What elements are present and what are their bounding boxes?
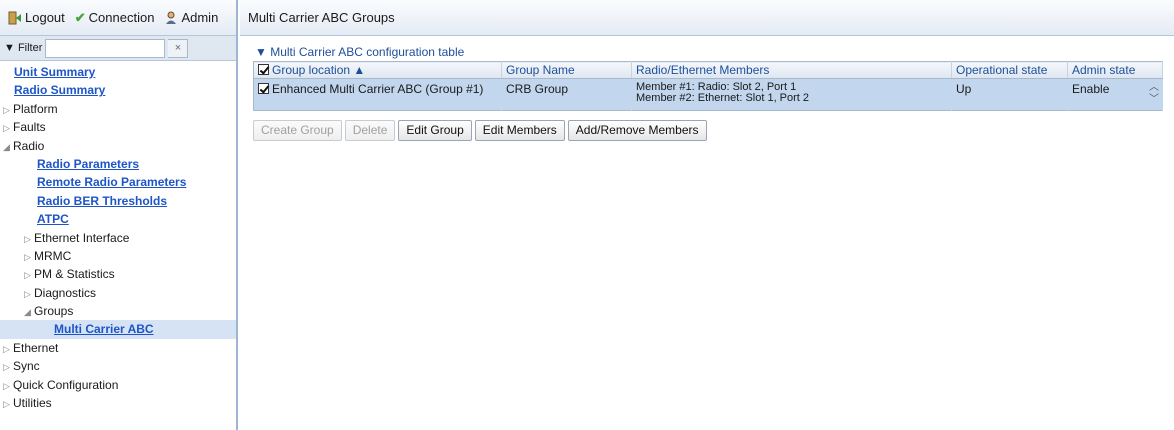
expand-arrow-icon: ▷	[3, 104, 10, 115]
tree-item-radio[interactable]: ◢ Radio	[0, 137, 236, 155]
filter-label: ▼ Filter	[4, 42, 43, 54]
create-group-button[interactable]: Create Group	[253, 120, 342, 141]
tree-item-faults[interactable]: ▷ Faults	[0, 118, 236, 136]
tree-item-atpc[interactable]: ATPC	[0, 210, 236, 228]
column-header-group-location[interactable]: Group location ▲	[253, 61, 502, 79]
tree-item-pm-statistics[interactable]: ▷ PM & Statistics	[0, 265, 236, 283]
tree-item-unit-summary[interactable]: Unit Summary	[0, 63, 236, 81]
cell-members: Member #1: Radio: Slot 2, Port 1 Member …	[631, 78, 952, 111]
table-header-row: Group location ▲ Group Name Radio/Ethern…	[253, 61, 1163, 79]
logout-icon	[8, 11, 21, 24]
column-header-group-name[interactable]: Group Name	[501, 61, 632, 79]
tree-item-radio-ber-thresholds[interactable]: Radio BER Thresholds	[0, 192, 236, 210]
tree-item-utilities[interactable]: ▷ Utilities	[0, 394, 236, 412]
table-row[interactable]: Enhanced Multi Carrier ABC (Group #1) CR…	[253, 78, 1163, 111]
cell-operational-state: Up	[951, 78, 1068, 111]
filter-input[interactable]	[45, 38, 166, 58]
expand-arrow-icon: ▷	[24, 288, 31, 299]
column-header-admin-state[interactable]: Admin state	[1067, 61, 1163, 79]
clear-filter-icon[interactable]: ×	[168, 38, 189, 58]
admin-button[interactable]: Admin	[164, 10, 218, 25]
expand-arrow-icon: ▷	[24, 233, 31, 244]
logout-button[interactable]: Logout	[8, 10, 65, 25]
config-table: Group location ▲ Group Name Radio/Ethern…	[253, 61, 1163, 111]
admin-label: Admin	[181, 10, 219, 25]
expand-arrow-icon: ▷	[3, 399, 10, 410]
tree-item-ethernet-interface[interactable]: ▷ Ethernet Interface	[0, 229, 236, 247]
tree-item-quick-configuration[interactable]: ▷ Quick Configuration	[0, 376, 236, 394]
checkmark-icon: ✔	[74, 9, 86, 25]
scroll-down-icon[interactable]: ﹀	[1149, 94, 1159, 105]
scroll-up-icon[interactable]: ︿	[1149, 82, 1159, 93]
user-icon	[166, 11, 177, 24]
expand-arrow-icon: ▷	[3, 362, 10, 373]
tree-item-sync[interactable]: ▷ Sync	[0, 357, 236, 375]
cell-admin-state: Enable ︿ ﹀	[1067, 78, 1163, 111]
edit-members-button[interactable]: Edit Members	[474, 120, 565, 141]
logout-label: Logout	[25, 10, 65, 25]
row-checkbox[interactable]	[258, 83, 269, 94]
expand-arrow-icon: ▷	[24, 251, 31, 262]
edit-group-button[interactable]: Edit Group	[398, 120, 472, 141]
collapse-arrow-icon: ◢	[24, 307, 31, 318]
content-panel: Multi Carrier ABC Groups ▼ Multi Carrier…	[240, 0, 1174, 430]
navigation-panel: Logout ✔ Connection Admin ▼ Filter × Uni…	[0, 0, 238, 430]
expand-arrow-icon: ▷	[3, 380, 10, 391]
member-2: Member #2: Ethernet: Slot 1, Port 2	[636, 92, 810, 104]
tree-item-multi-carrier-abc[interactable]: Multi Carrier ABC	[0, 320, 236, 339]
tree-item-groups[interactable]: ◢ Groups	[0, 302, 236, 320]
expand-arrow-icon: ▷	[3, 123, 10, 134]
filter-bar: ▼ Filter ×	[0, 36, 236, 61]
action-buttons: Create Group Delete Edit Group Edit Memb…	[253, 120, 707, 141]
cell-group-location[interactable]: Enhanced Multi Carrier ABC (Group #1)	[253, 78, 502, 111]
expand-arrow-icon: ▷	[3, 343, 10, 354]
tree-item-diagnostics[interactable]: ▷ Diagnostics	[0, 284, 236, 302]
navigation-tree: Unit Summary Radio Summary ▷ Platform ▷ Fa…	[0, 61, 236, 412]
connection-label: Connection	[88, 10, 155, 25]
select-all-checkbox[interactable]	[258, 64, 269, 75]
section-title[interactable]: ▼ Multi Carrier ABC configuration table	[255, 45, 464, 59]
add-remove-members-button[interactable]: Add/Remove Members	[567, 120, 707, 141]
collapse-arrow-icon: ◢	[3, 141, 10, 152]
expand-arrow-icon: ▷	[24, 270, 31, 281]
delete-button[interactable]: Delete	[344, 120, 396, 141]
tree-item-platform[interactable]: ▷ Platform	[0, 100, 236, 118]
top-toolbar: Logout ✔ Connection Admin	[0, 0, 236, 36]
column-header-operational-state[interactable]: Operational state	[951, 61, 1068, 79]
scroll-control[interactable]: ︿ ﹀	[1148, 82, 1160, 106]
column-header-members[interactable]: Radio/Ethernet Members	[631, 61, 952, 79]
tree-item-radio-summary[interactable]: Radio Summary	[0, 81, 236, 99]
page-title: Multi Carrier ABC Groups	[240, 0, 1174, 36]
connection-button[interactable]: ✔ Connection	[75, 10, 155, 26]
tree-item-radio-parameters[interactable]: Radio Parameters	[0, 155, 236, 173]
cell-group-name: CRB Group	[501, 78, 632, 111]
tree-item-remote-radio-parameters[interactable]: Remote Radio Parameters	[0, 173, 236, 191]
tree-item-mrmc[interactable]: ▷ MRMC	[0, 247, 236, 265]
tree-item-ethernet[interactable]: ▷ Ethernet	[0, 339, 236, 357]
